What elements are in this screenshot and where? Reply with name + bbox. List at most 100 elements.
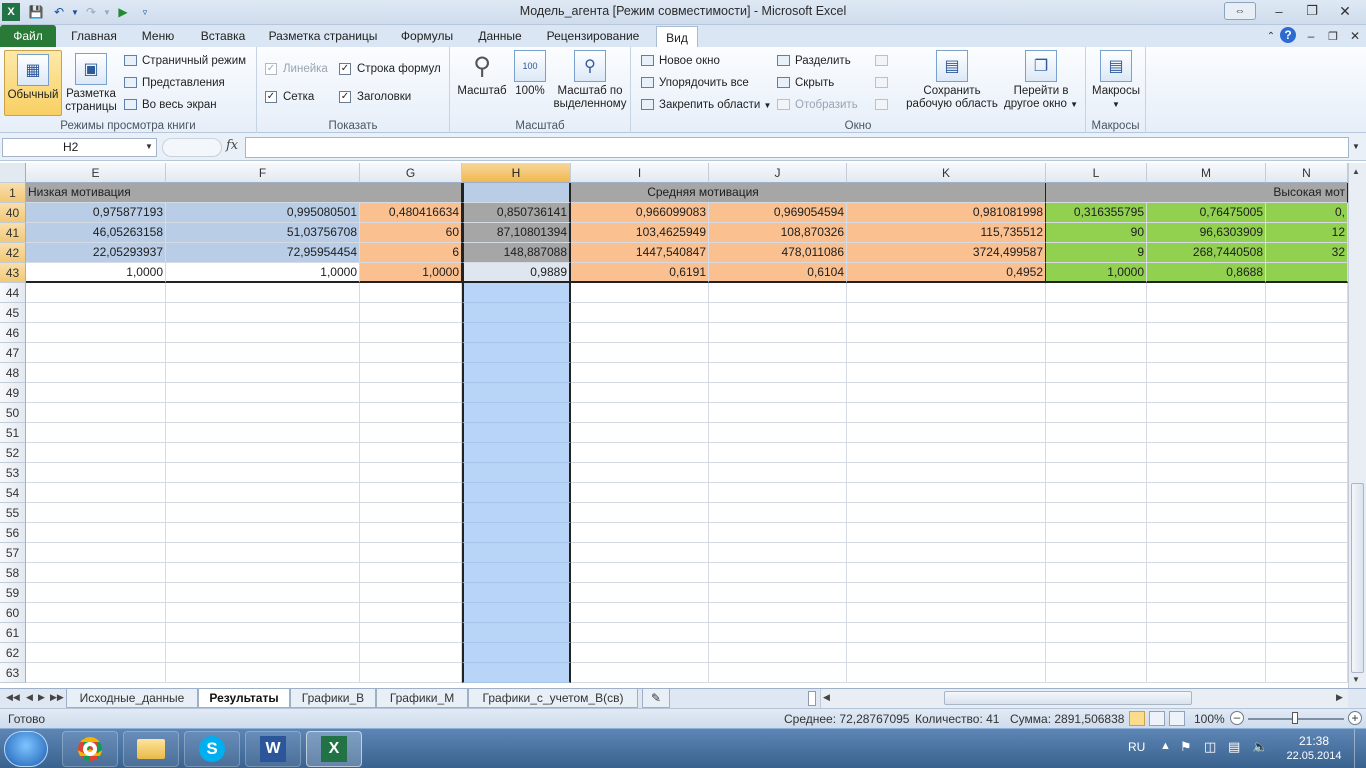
cell-l-43[interactable]: 1,0000 bbox=[1046, 263, 1147, 283]
cell-empty[interactable] bbox=[360, 323, 462, 343]
cell-n-41[interactable]: 12 bbox=[1266, 223, 1348, 243]
cell-empty[interactable] bbox=[26, 483, 166, 503]
cell-empty[interactable] bbox=[166, 323, 360, 343]
vertical-scrollbar[interactable]: ▲ ▼ bbox=[1348, 163, 1366, 688]
cell-empty[interactable] bbox=[360, 443, 462, 463]
tab-formulas[interactable]: Формулы bbox=[390, 25, 464, 47]
cell-empty[interactable] bbox=[360, 343, 462, 363]
cell-empty[interactable] bbox=[571, 363, 709, 383]
cell-empty[interactable] bbox=[26, 523, 166, 543]
cell-empty[interactable] bbox=[709, 383, 847, 403]
cell-empty[interactable] bbox=[166, 543, 360, 563]
row-header[interactable]: 46 bbox=[0, 323, 26, 343]
cell-empty[interactable] bbox=[709, 483, 847, 503]
cell-i-42[interactable]: 1447,540847 bbox=[571, 243, 709, 263]
cell-empty[interactable] bbox=[1046, 363, 1147, 383]
cell-empty[interactable] bbox=[1147, 483, 1266, 503]
cell-empty[interactable] bbox=[462, 283, 571, 303]
cell-h-40[interactable]: 0,850736141 bbox=[462, 203, 571, 223]
cell-empty[interactable] bbox=[166, 363, 360, 383]
prev-sheet-icon[interactable]: ◀ bbox=[26, 692, 33, 703]
tab-home[interactable]: Главная bbox=[64, 25, 124, 47]
insert-sheet-icon[interactable]: ✎ bbox=[642, 689, 670, 708]
arrange-all-button[interactable]: Упорядочить все bbox=[641, 74, 749, 92]
cell-empty[interactable] bbox=[1046, 623, 1147, 643]
cell-empty[interactable] bbox=[847, 643, 1046, 663]
expand-formula-bar-icon[interactable]: ▼ bbox=[1352, 142, 1360, 151]
cell-empty[interactable] bbox=[1266, 603, 1348, 623]
cell-empty[interactable] bbox=[571, 503, 709, 523]
cell-empty[interactable] bbox=[1147, 663, 1266, 683]
cell-empty[interactable] bbox=[1147, 323, 1266, 343]
cell-empty[interactable] bbox=[26, 623, 166, 643]
cell-i-43[interactable]: 0,6191 bbox=[571, 263, 709, 283]
cell-empty[interactable] bbox=[1147, 623, 1266, 643]
cell-empty[interactable] bbox=[1266, 663, 1348, 683]
cell-empty[interactable] bbox=[1147, 583, 1266, 603]
cell-empty[interactable] bbox=[166, 623, 360, 643]
clock-time[interactable]: 21:38 bbox=[1286, 734, 1342, 748]
cell-empty[interactable] bbox=[166, 483, 360, 503]
cell-empty[interactable] bbox=[709, 443, 847, 463]
cell-j-43[interactable]: 0,6104 bbox=[709, 263, 847, 283]
cell-empty[interactable] bbox=[1266, 343, 1348, 363]
cell-empty[interactable] bbox=[847, 303, 1046, 323]
row-header[interactable]: 45 bbox=[0, 303, 26, 323]
tab-insert[interactable]: Вставка bbox=[190, 25, 256, 47]
cell-j-42[interactable]: 478,011086 bbox=[709, 243, 847, 263]
restore-button[interactable]: ❐ bbox=[1299, 2, 1325, 20]
header-low-motivation[interactable]: Низкая мотивация bbox=[26, 183, 462, 203]
cell-empty[interactable] bbox=[847, 663, 1046, 683]
cell-empty[interactable] bbox=[847, 563, 1046, 583]
cell-empty[interactable] bbox=[1046, 403, 1147, 423]
cell-l-40[interactable]: 0,316355795 bbox=[1046, 203, 1147, 223]
cell-empty[interactable] bbox=[1046, 563, 1147, 583]
language-indicator[interactable]: RU bbox=[1128, 740, 1145, 754]
cell-f-41[interactable]: 51,03756708 bbox=[166, 223, 360, 243]
name-box[interactable]: H2 bbox=[2, 138, 157, 157]
cell-empty[interactable] bbox=[1147, 423, 1266, 443]
cell-empty[interactable] bbox=[1266, 363, 1348, 383]
cell-empty[interactable] bbox=[462, 523, 571, 543]
cell-empty[interactable] bbox=[166, 643, 360, 663]
column-header-e[interactable]: E bbox=[26, 163, 166, 183]
cell-empty[interactable] bbox=[166, 523, 360, 543]
cell-g-43[interactable]: 1,0000 bbox=[360, 263, 462, 283]
side-by-side-icon[interactable] bbox=[875, 52, 893, 70]
cell-empty[interactable] bbox=[1147, 363, 1266, 383]
zoom-100-button[interactable]: 100 100% bbox=[510, 50, 550, 98]
start-button-icon[interactable] bbox=[4, 731, 48, 767]
row-header[interactable]: 57 bbox=[0, 543, 26, 563]
cell-empty[interactable] bbox=[709, 563, 847, 583]
cell-empty[interactable] bbox=[1046, 543, 1147, 563]
cell-empty[interactable] bbox=[709, 283, 847, 303]
cell-empty[interactable] bbox=[1147, 563, 1266, 583]
name-box-dropdown-icon[interactable]: ▼ bbox=[145, 142, 153, 151]
cell-empty[interactable] bbox=[847, 403, 1046, 423]
cell-empty[interactable] bbox=[1147, 543, 1266, 563]
cell-empty[interactable] bbox=[360, 363, 462, 383]
page-layout-button[interactable]: ▣ Разметка страницы bbox=[64, 50, 118, 114]
cell-empty[interactable] bbox=[1046, 283, 1147, 303]
column-header-m[interactable]: M bbox=[1147, 163, 1266, 183]
cell-i-41[interactable]: 103,4625949 bbox=[571, 223, 709, 243]
restore-ribbon-icon[interactable]: ⇔ bbox=[1224, 2, 1256, 20]
tab-review[interactable]: Рецензирование bbox=[536, 25, 650, 47]
action-center-flag-icon[interactable]: ⚑ bbox=[1180, 739, 1192, 755]
cell-k-43[interactable]: 0,4952 bbox=[847, 263, 1046, 283]
help-icon[interactable]: ? bbox=[1280, 27, 1296, 43]
cell-f-40[interactable]: 0,995080501 bbox=[166, 203, 360, 223]
cell-empty[interactable] bbox=[360, 403, 462, 423]
cell-empty[interactable] bbox=[1046, 343, 1147, 363]
cell-empty[interactable] bbox=[1046, 503, 1147, 523]
cell-empty[interactable] bbox=[1266, 643, 1348, 663]
cell-empty[interactable] bbox=[1266, 483, 1348, 503]
cell-m-42[interactable]: 268,7440508 bbox=[1147, 243, 1266, 263]
zoom-in-icon[interactable]: + bbox=[1348, 711, 1362, 725]
cell-empty[interactable] bbox=[1147, 383, 1266, 403]
sheet-tab[interactable]: Графики_М bbox=[376, 689, 468, 708]
column-header-h[interactable]: H bbox=[462, 163, 571, 183]
cell-k-40[interactable]: 0,981081998 bbox=[847, 203, 1046, 223]
cell-empty[interactable] bbox=[571, 303, 709, 323]
cell-empty[interactable] bbox=[847, 343, 1046, 363]
